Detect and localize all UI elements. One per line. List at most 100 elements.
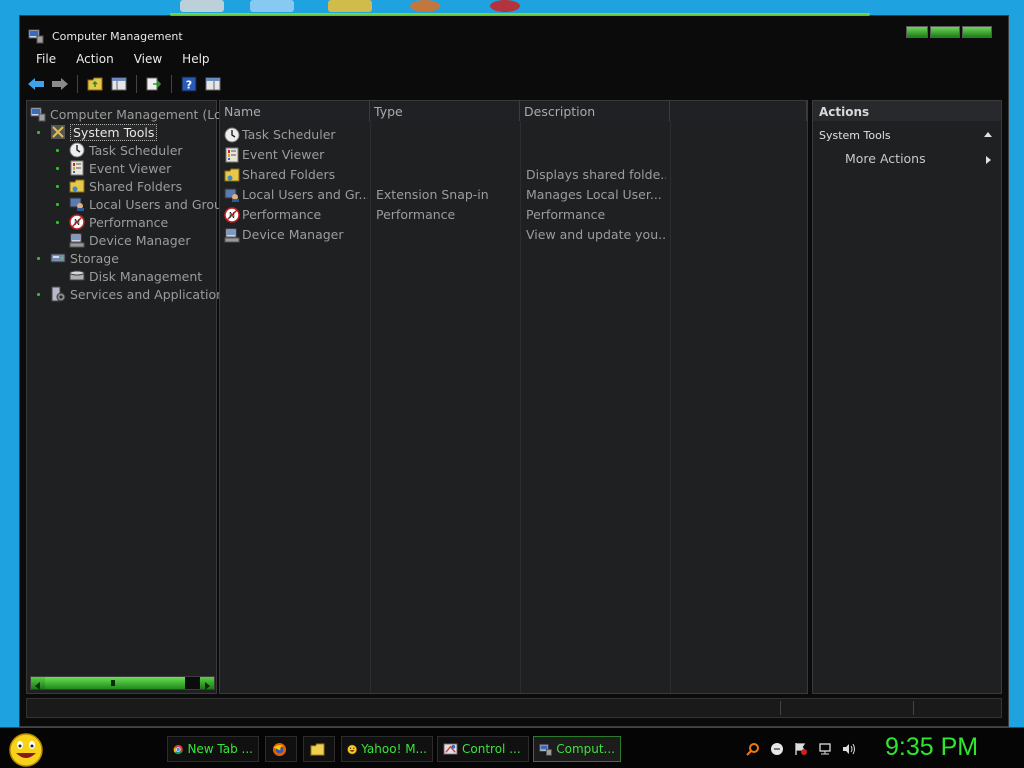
list-item-description: Performance xyxy=(526,207,606,222)
tree-item[interactable]: Storage xyxy=(37,249,119,267)
tree-item[interactable]: Event Viewer xyxy=(56,159,171,177)
tree-item[interactable]: Task Scheduler xyxy=(56,141,183,159)
forward-arrow-icon xyxy=(52,78,68,90)
tree-item[interactable]: Disk Management xyxy=(69,267,202,285)
help-button[interactable]: ? xyxy=(179,74,199,94)
tree-item-label: Disk Management xyxy=(89,268,203,284)
taskbar-clock[interactable]: 9:35 PM xyxy=(885,733,978,762)
tree-item[interactable]: Device Manager xyxy=(69,231,191,249)
menu-help[interactable]: Help xyxy=(172,50,219,70)
up-one-level-button[interactable] xyxy=(85,74,105,94)
action-center-flag-icon[interactable] xyxy=(794,742,808,756)
list-item[interactable]: Local Users and Gr... Extension Snap-in Ma… xyxy=(220,185,806,205)
list-item-icon: N xyxy=(224,207,240,226)
tree-expander-dot[interactable] xyxy=(37,293,40,296)
back-button[interactable] xyxy=(26,74,46,94)
users-icon xyxy=(69,197,84,211)
tree-item-icon xyxy=(50,250,66,266)
maximize-button[interactable] xyxy=(930,26,960,38)
scroll-left-button[interactable] xyxy=(31,677,45,690)
chevron-right-icon xyxy=(205,682,210,690)
messenger-tray-icon[interactable] xyxy=(770,742,784,756)
desktop-shortcut[interactable] xyxy=(328,0,372,12)
list-item[interactable]: Task Scheduler xyxy=(220,125,806,145)
event-viewer-icon xyxy=(225,147,239,163)
show-hide-tree-button[interactable] xyxy=(109,74,129,94)
menu-view[interactable]: View xyxy=(124,50,172,70)
title-bar[interactable]: Computer Management xyxy=(20,16,1008,50)
taskbar-button[interactable] xyxy=(265,736,297,762)
properties-button[interactable] xyxy=(203,74,223,94)
console-tree[interactable]: Computer Management (Loc System Tools Task… xyxy=(26,100,229,694)
list-item[interactable]: Device Manager View and update you... xyxy=(220,225,806,245)
menu-action[interactable]: Action xyxy=(66,50,124,70)
taskbar-button-label: Comput... xyxy=(556,742,615,756)
tree-horizontal-scrollbar[interactable] xyxy=(30,676,215,690)
details-list[interactable]: Name Type Description Task Scheduler Even… xyxy=(219,100,808,694)
list-item[interactable]: N Performance Performance Performance xyxy=(220,205,806,225)
tree-expander-dot[interactable] xyxy=(37,131,40,134)
column-header-description[interactable]: Description xyxy=(520,101,670,121)
scroll-thumb[interactable] xyxy=(45,677,185,689)
tree-item[interactable]: N Performance xyxy=(56,213,169,231)
list-item[interactable]: Event Viewer xyxy=(220,145,806,165)
tree-item-label: Storage xyxy=(70,250,119,266)
tree-item-icon xyxy=(69,268,85,284)
firefox-icon xyxy=(272,742,286,756)
search-icon[interactable] xyxy=(746,742,760,756)
close-button[interactable] xyxy=(962,26,992,38)
tree-item[interactable]: Computer Management (Loc xyxy=(30,105,229,123)
scroll-right-button[interactable] xyxy=(200,677,214,690)
tree-item[interactable]: System Tools xyxy=(37,123,158,141)
desktop-shortcut[interactable] xyxy=(490,0,520,12)
desktop-shortcut[interactable] xyxy=(250,0,294,12)
performance-icon: N xyxy=(69,214,85,230)
chevron-right-icon[interactable] xyxy=(985,155,992,165)
tree-item[interactable]: Shared Folders xyxy=(56,177,183,195)
tree-expander-dot[interactable] xyxy=(56,203,59,206)
taskbar-button[interactable]: New Tab ... xyxy=(167,736,259,762)
taskbar-button[interactable] xyxy=(303,736,335,762)
desktop-shortcut[interactable] xyxy=(180,0,224,12)
chevron-up-icon[interactable] xyxy=(983,131,993,138)
list-item-description: Displays shared folde... xyxy=(526,167,666,182)
tree-item-label: Shared Folders xyxy=(89,178,183,194)
volume-icon[interactable] xyxy=(842,742,856,756)
menu-file[interactable]: File xyxy=(26,50,66,70)
computer-management-window: Computer Management File Action View Hel… xyxy=(19,13,1009,727)
tree-item-icon xyxy=(50,286,66,302)
column-header-type[interactable]: Type xyxy=(370,101,520,121)
tree-item-icon xyxy=(69,178,85,194)
more-actions-item[interactable]: More Actions xyxy=(845,151,926,166)
tree-expander-dot[interactable] xyxy=(56,185,59,188)
taskbar-button[interactable]: Yahoo! M... xyxy=(341,736,433,762)
forward-button[interactable] xyxy=(50,74,70,94)
tree-item[interactable]: Services and Application xyxy=(37,285,224,303)
tree-expander-dot[interactable] xyxy=(56,167,59,170)
taskbar-button[interactable]: Comput... xyxy=(533,736,621,762)
users-icon xyxy=(224,188,239,202)
export-list-button[interactable] xyxy=(144,74,164,94)
tree-item-label: Performance xyxy=(89,214,169,230)
tree-item-icon: N xyxy=(69,214,85,230)
tree-expander-dot[interactable] xyxy=(56,221,59,224)
toolbar-separator xyxy=(171,75,172,93)
list-item-type: Performance xyxy=(376,207,456,222)
taskbar-button[interactable]: Control ... xyxy=(437,736,529,762)
desktop-shortcut[interactable] xyxy=(410,0,440,12)
tree-expander-dot[interactable] xyxy=(37,257,40,260)
tree-item-label: Local Users and Grou xyxy=(89,196,222,212)
list-item[interactable]: Shared Folders Displays shared folde... xyxy=(220,165,806,185)
column-header-name[interactable]: Name xyxy=(220,101,370,121)
tree-item[interactable]: Local Users and Grou xyxy=(56,195,222,213)
taskbar: New Tab ... Yahoo! M... Control ... Comput.… xyxy=(0,727,1024,768)
column-header-extra[interactable] xyxy=(670,101,807,121)
start-button-smiley-icon[interactable] xyxy=(6,731,46,767)
actions-group-system-tools[interactable]: System Tools xyxy=(813,125,1001,143)
computer-management-icon xyxy=(30,107,46,122)
network-icon[interactable] xyxy=(818,742,832,756)
minimize-button[interactable] xyxy=(906,26,928,38)
shared-folder-icon xyxy=(224,168,240,182)
list-item-name: Performance xyxy=(242,207,322,222)
tree-expander-dot[interactable] xyxy=(56,149,59,152)
